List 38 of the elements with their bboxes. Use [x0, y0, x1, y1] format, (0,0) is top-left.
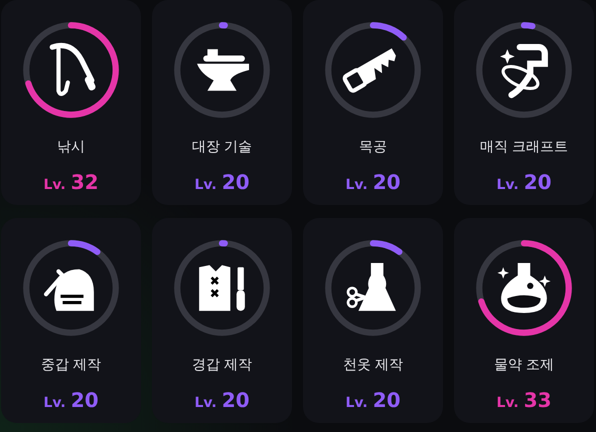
level-label: Lv. — [43, 177, 66, 193]
skill-card[interactable]: 매직 크래프트 Lv. 20 — [454, 0, 594, 205]
level-number: 20 — [70, 388, 99, 412]
level-label: Lv. — [496, 395, 519, 411]
skill-card[interactable]: 경갑 제작 Lv. 20 — [152, 218, 292, 423]
wand-icon — [500, 44, 548, 98]
skill-card[interactable]: 대장 기술 Lv. 20 — [152, 0, 292, 205]
level-number: 20 — [222, 388, 250, 412]
level-label: Lv. — [43, 395, 66, 411]
level-label: Lv. — [345, 177, 368, 193]
level-number: 20 — [524, 170, 552, 194]
skill-name: 목공 — [359, 138, 387, 156]
anvil-icon — [197, 49, 250, 91]
level-number: 20 — [222, 170, 250, 194]
saw-icon — [342, 48, 396, 94]
level-number: 20 — [372, 388, 401, 412]
skill-card[interactable]: 목공 Lv. 20 — [303, 0, 443, 205]
level-label: Lv. — [496, 177, 519, 193]
skill-card[interactable]: 천옷 제작 Lv. 20 — [303, 218, 443, 423]
skill-name: 경갑 제작 — [192, 356, 252, 374]
level-label: Lv. — [345, 395, 368, 411]
skill-name: 천옷 제작 — [342, 356, 404, 374]
skill-card[interactable]: 낚시 Lv. 32 — [1, 0, 141, 205]
level-number: 32 — [70, 170, 99, 194]
skill-name: 대장 기술 — [192, 138, 252, 156]
level-label: Lv. — [194, 395, 217, 411]
vest-icon — [199, 265, 245, 311]
skill-card[interactable]: 중갑 제작 Lv. 20 — [1, 218, 141, 423]
helmet-icon — [44, 269, 94, 311]
skill-name: 낚시 — [57, 138, 85, 156]
skill-card[interactable]: 물약 조제 Lv. 33 — [454, 218, 594, 423]
skill-name: 물약 조제 — [494, 356, 554, 374]
level-number: 20 — [372, 170, 401, 194]
potion-icon — [497, 263, 551, 313]
skill-name: 중갑 제작 — [40, 356, 102, 374]
level-label: Lv. — [194, 177, 217, 193]
level-number: 33 — [524, 388, 552, 412]
skill-name: 매직 크래프트 — [480, 138, 568, 156]
